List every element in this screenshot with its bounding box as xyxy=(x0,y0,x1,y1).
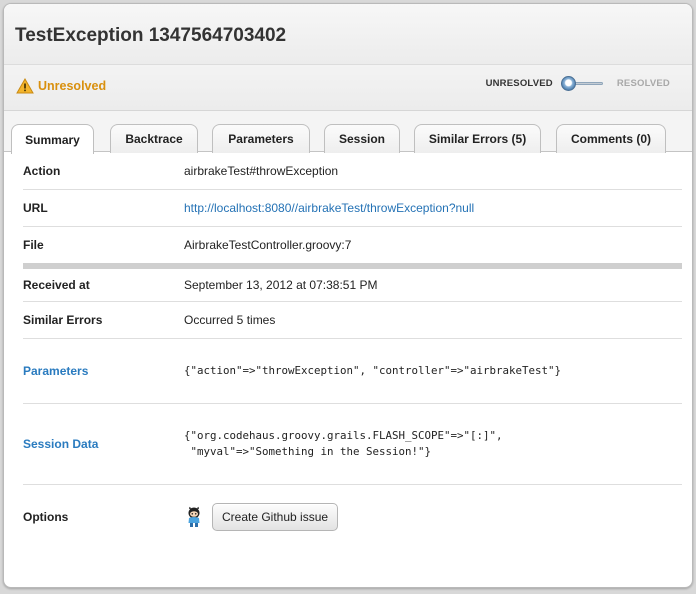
options-label: Options xyxy=(23,510,69,524)
octocat-icon xyxy=(188,506,200,527)
row-action: Action airbrakeTest#throwException xyxy=(23,152,682,190)
session-label[interactable]: Session Data xyxy=(23,437,184,451)
toggle-label-resolved[interactable]: RESOLVED xyxy=(617,78,670,89)
row-file: File AirbrakeTestController.groovy:7 xyxy=(23,227,682,263)
row-parameters: Parameters {"action"=>"throwException", … xyxy=(23,339,682,404)
url-link[interactable]: http://localhost:8080//airbrakeTest/thro… xyxy=(184,201,474,215)
status-indicator: Unresolved xyxy=(16,78,106,94)
similar-label: Similar Errors xyxy=(23,313,103,327)
title-bar: TestException 1347564703402 xyxy=(4,4,692,65)
session-value: {"org.codehaus.groovy.grails.FLASH_SCOPE… xyxy=(184,429,503,458)
tab-similar-errors[interactable]: Similar Errors (5) xyxy=(414,124,541,153)
resolve-toggle: UNRESOLVED RESOLVED xyxy=(486,76,670,91)
file-label: File xyxy=(23,238,44,252)
row-options: Options Create Github issue xyxy=(23,485,682,549)
url-label: URL xyxy=(23,201,48,215)
summary-content: Action airbrakeTest#throwException URL h… xyxy=(4,152,692,549)
tab-parameters[interactable]: Parameters xyxy=(212,124,310,153)
action-value: airbrakeTest#throwException xyxy=(184,163,339,178)
error-detail-panel: TestException 1347564703402 Unresolved U… xyxy=(3,3,693,588)
status-bar: Unresolved UNRESOLVED RESOLVED xyxy=(4,65,692,111)
create-github-issue-button[interactable]: Create Github issue xyxy=(212,503,339,531)
resolve-slider[interactable] xyxy=(560,76,603,91)
row-url: URL http://localhost:8080//airbrakeTest/… xyxy=(23,190,682,227)
row-session-data: Session Data {"org.codehaus.groovy.grail… xyxy=(23,404,682,485)
action-label: Action xyxy=(23,163,61,178)
received-label: Received at xyxy=(23,278,90,292)
parameters-label[interactable]: Parameters xyxy=(23,364,184,378)
status-label: Unresolved xyxy=(38,79,107,93)
slider-knob[interactable] xyxy=(560,76,576,91)
received-value: September 13, 2012 at 07:38:51 PM xyxy=(184,278,378,292)
toggle-label-unresolved[interactable]: UNRESOLVED xyxy=(486,78,553,89)
row-received-at: Received at September 13, 2012 at 07:38:… xyxy=(23,269,682,302)
page-title: TestException 1347564703402 xyxy=(15,25,287,46)
file-value: AirbrakeTestController.groovy:7 xyxy=(184,238,352,252)
warning-icon xyxy=(16,78,34,94)
similar-value: Occurred 5 times xyxy=(184,313,276,327)
tab-bar: Summary Backtrace Parameters Session Sim… xyxy=(4,111,692,154)
row-similar-errors: Similar Errors Occurred 5 times xyxy=(23,302,682,339)
tab-backtrace[interactable]: Backtrace xyxy=(110,124,198,153)
tab-session[interactable]: Session xyxy=(324,124,400,153)
parameters-value: {"action"=>"throwException", "controller… xyxy=(184,364,562,377)
tab-summary[interactable]: Summary xyxy=(11,124,94,154)
tab-comments[interactable]: Comments (0) xyxy=(556,124,666,153)
